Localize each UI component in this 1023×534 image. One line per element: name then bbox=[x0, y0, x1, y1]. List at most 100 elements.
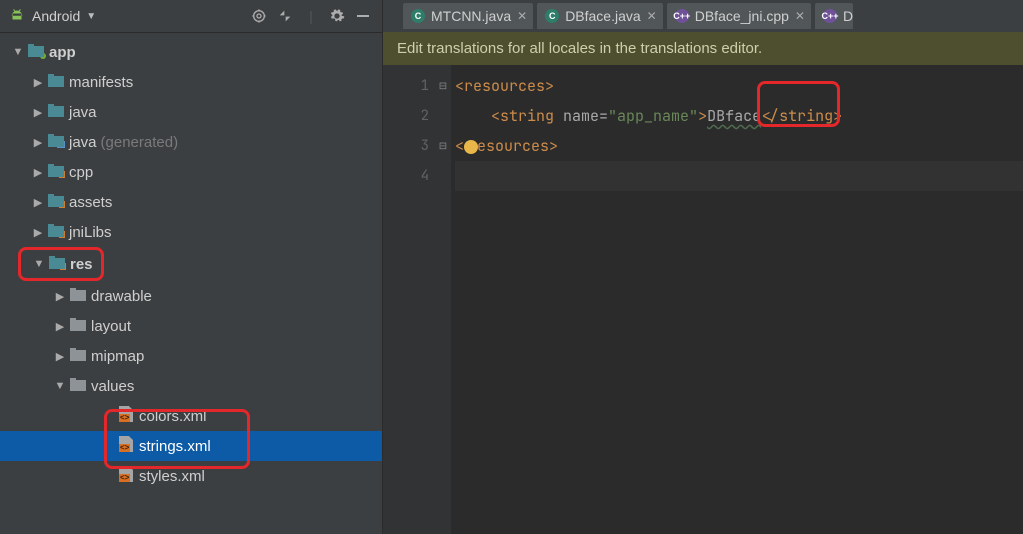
tree-cpp[interactable]: ▶ ∎ cpp bbox=[0, 157, 382, 187]
caret-down-icon: ▼ bbox=[10, 46, 26, 58]
caret-right-icon: ▶ bbox=[30, 136, 46, 149]
folder-icon: ∎ bbox=[46, 194, 66, 211]
code-token: name bbox=[554, 106, 599, 126]
code-token: esources> bbox=[477, 136, 558, 156]
tree-jnilibs[interactable]: ▶ ∎ jniLibs bbox=[0, 217, 382, 247]
tree-drawable[interactable]: ▶ drawable bbox=[0, 281, 382, 311]
tree-java-generated[interactable]: ▶ ⚙ java (generated) bbox=[0, 127, 382, 157]
caret-down-icon: ▼ bbox=[52, 380, 68, 392]
tree-label: manifests bbox=[69, 74, 133, 91]
tree-label: drawable bbox=[91, 288, 152, 305]
lightbulb-icon[interactable] bbox=[464, 140, 478, 154]
tab-label: MTCNN.java bbox=[431, 8, 511, 24]
code-token: < bbox=[455, 136, 464, 156]
java-file-icon: C bbox=[545, 9, 559, 23]
caret-right-icon: ▶ bbox=[52, 350, 68, 363]
tree-label: mipmap bbox=[91, 348, 144, 365]
android-icon bbox=[8, 6, 26, 27]
tab-dbface-jni[interactable]: C++ DBface_jni.cpp ✕ bbox=[667, 3, 811, 29]
tree-mipmap[interactable]: ▶ mipmap bbox=[0, 341, 382, 371]
cpp-file-icon: C++ bbox=[675, 9, 689, 23]
minimize-icon[interactable] bbox=[352, 5, 374, 27]
tree-label: java bbox=[69, 134, 97, 151]
folder-icon bbox=[68, 318, 88, 335]
line-number[interactable]: 3 bbox=[383, 131, 429, 161]
line-number[interactable]: 1 bbox=[383, 71, 429, 101]
line-gutter: 1 2 3 4 bbox=[383, 65, 435, 534]
folder-icon bbox=[46, 104, 66, 121]
tree-label: java bbox=[69, 104, 97, 121]
sidebar-title[interactable]: Android bbox=[32, 8, 80, 24]
tree-label: values bbox=[91, 378, 134, 395]
tree-label: res bbox=[70, 256, 93, 273]
close-icon[interactable]: ✕ bbox=[517, 9, 527, 23]
tab-label: DBface_jni.cpp bbox=[695, 8, 789, 24]
split-icon[interactable] bbox=[274, 5, 296, 27]
tree-label: jniLibs bbox=[69, 224, 112, 241]
tree-res[interactable]: ▼ ∎ res bbox=[21, 250, 101, 278]
folder-icon: ∎ bbox=[46, 224, 66, 241]
tree-manifests[interactable]: ▶ manifests bbox=[0, 67, 382, 97]
tab-partial[interactable]: C++ D bbox=[815, 3, 853, 29]
current-line bbox=[455, 161, 1023, 191]
tab-mtcnn[interactable]: C MTCNN.java ✕ bbox=[403, 3, 533, 29]
fold-gutter: ⊟ ⊟ bbox=[435, 65, 451, 534]
code-area: 1 2 3 4 ⊟ ⊟ <resources> <string name="ap… bbox=[383, 65, 1023, 534]
tree-styles-xml[interactable]: <> styles.xml bbox=[0, 461, 382, 491]
tree-strings-xml[interactable]: <> strings.xml bbox=[0, 431, 382, 461]
tree-label: strings.xml bbox=[139, 438, 211, 455]
code-token: </string> bbox=[761, 106, 842, 126]
caret-right-icon: ▶ bbox=[52, 290, 68, 303]
folder-icon: ⚙ bbox=[46, 134, 66, 151]
code-token: > bbox=[698, 106, 707, 126]
tree-label: styles.xml bbox=[139, 468, 205, 485]
tree-label: cpp bbox=[69, 164, 93, 181]
line-number[interactable]: 4 bbox=[383, 161, 429, 191]
tree-colors-xml[interactable]: <> colors.xml bbox=[0, 401, 382, 431]
tree-label: assets bbox=[69, 194, 112, 211]
tree-label-suffix: (generated) bbox=[101, 134, 179, 151]
code-token: <string bbox=[455, 106, 554, 126]
module-folder-icon bbox=[26, 44, 46, 61]
tree-assets[interactable]: ▶ ∎ assets bbox=[0, 187, 382, 217]
dropdown-arrow-icon[interactable]: ▼ bbox=[86, 11, 96, 22]
folder-icon bbox=[68, 348, 88, 365]
tree-label: layout bbox=[91, 318, 131, 335]
tree-label: colors.xml bbox=[139, 408, 207, 425]
tree-app[interactable]: ▼ app bbox=[0, 37, 382, 67]
caret-right-icon: ▶ bbox=[52, 320, 68, 333]
editor-tabs: C MTCNN.java ✕ C DBface.java ✕ C++ DBfac… bbox=[383, 0, 1023, 32]
gear-icon[interactable] bbox=[326, 5, 348, 27]
caret-right-icon: ▶ bbox=[30, 226, 46, 239]
tree-values[interactable]: ▼ values bbox=[0, 371, 382, 401]
caret-down-icon: ▼ bbox=[31, 258, 47, 270]
fold-marker-icon[interactable]: ⊟ bbox=[439, 131, 447, 161]
caret-right-icon: ▶ bbox=[30, 196, 46, 209]
translations-banner[interactable]: Edit translations for all locales in the… bbox=[383, 32, 1023, 65]
code-text[interactable]: <resources> <string name="app_name">DBfa… bbox=[451, 65, 1023, 534]
java-file-icon: C bbox=[411, 9, 425, 23]
close-icon[interactable]: ✕ bbox=[647, 9, 657, 23]
caret-right-icon: ▶ bbox=[30, 76, 46, 89]
code-string-value: DBface bbox=[707, 106, 761, 126]
caret-right-icon: ▶ bbox=[30, 166, 46, 179]
tree-label: app bbox=[49, 44, 76, 61]
project-sidebar: Android ▼ | ▼ app ▶ manifests ▶ bbox=[0, 0, 383, 534]
folder-icon bbox=[68, 378, 88, 395]
folder-icon bbox=[46, 74, 66, 91]
xml-file-icon: <> bbox=[116, 436, 136, 456]
tab-label: D bbox=[843, 8, 853, 24]
target-icon[interactable] bbox=[248, 5, 270, 27]
sidebar-header: Android ▼ | bbox=[0, 0, 382, 33]
cpp-file-icon: C++ bbox=[823, 9, 837, 23]
folder-icon bbox=[68, 288, 88, 305]
line-number[interactable]: 2 bbox=[383, 101, 429, 131]
code-token: "app_name" bbox=[608, 106, 698, 126]
folder-icon: ∎ bbox=[47, 256, 67, 273]
tree-java[interactable]: ▶ java bbox=[0, 97, 382, 127]
close-icon[interactable]: ✕ bbox=[795, 9, 805, 23]
caret-right-icon: ▶ bbox=[30, 106, 46, 119]
tab-dbface-java[interactable]: C DBface.java ✕ bbox=[537, 3, 663, 29]
tree-layout[interactable]: ▶ layout bbox=[0, 311, 382, 341]
fold-marker-icon[interactable]: ⊟ bbox=[439, 71, 447, 101]
